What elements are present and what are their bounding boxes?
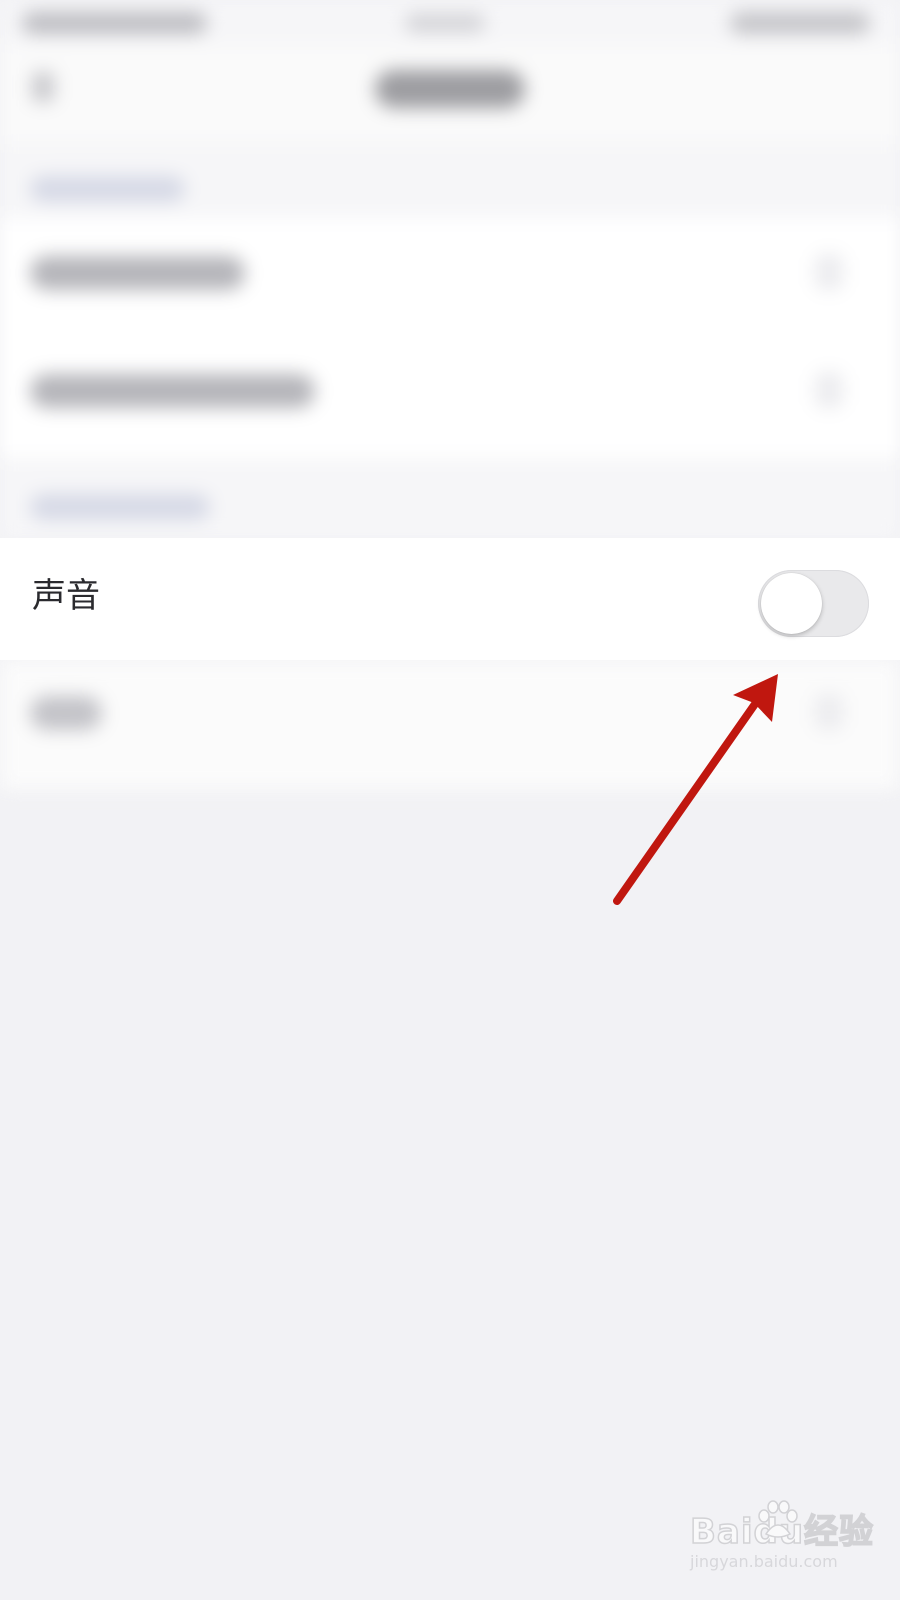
section-header-2	[30, 494, 210, 520]
settings-row-more-label[interactable]	[30, 696, 102, 730]
paw-icon	[758, 1500, 798, 1538]
status-bar	[0, 0, 900, 44]
baidu-jingyan-watermark: Baidu经验 jingyan.baidu.com	[689, 1500, 874, 1580]
nav-bar	[0, 44, 900, 144]
status-bar-indicators	[730, 12, 870, 34]
status-bar-center	[405, 14, 485, 32]
blurred-settings-bottom	[0, 660, 900, 790]
back-icon[interactable]	[32, 72, 54, 102]
sound-setting-row: 声音	[0, 538, 900, 660]
settings-group-1	[0, 218, 900, 458]
toggle-knob[interactable]	[761, 573, 822, 634]
chevron-right-icon	[815, 372, 843, 408]
sound-label: 声音	[32, 576, 100, 616]
watermark-url: jingyan.baidu.com	[690, 1552, 838, 1571]
status-bar-time	[22, 12, 207, 34]
chevron-right-icon	[815, 254, 843, 290]
sound-toggle-switch[interactable]	[758, 570, 869, 637]
nav-title	[375, 70, 525, 108]
settings-row-1-label[interactable]	[30, 256, 245, 290]
blurred-settings-top	[0, 0, 900, 540]
chevron-right-icon	[815, 694, 843, 730]
section-header-1	[30, 176, 185, 202]
settings-row-2-label[interactable]	[30, 374, 315, 408]
